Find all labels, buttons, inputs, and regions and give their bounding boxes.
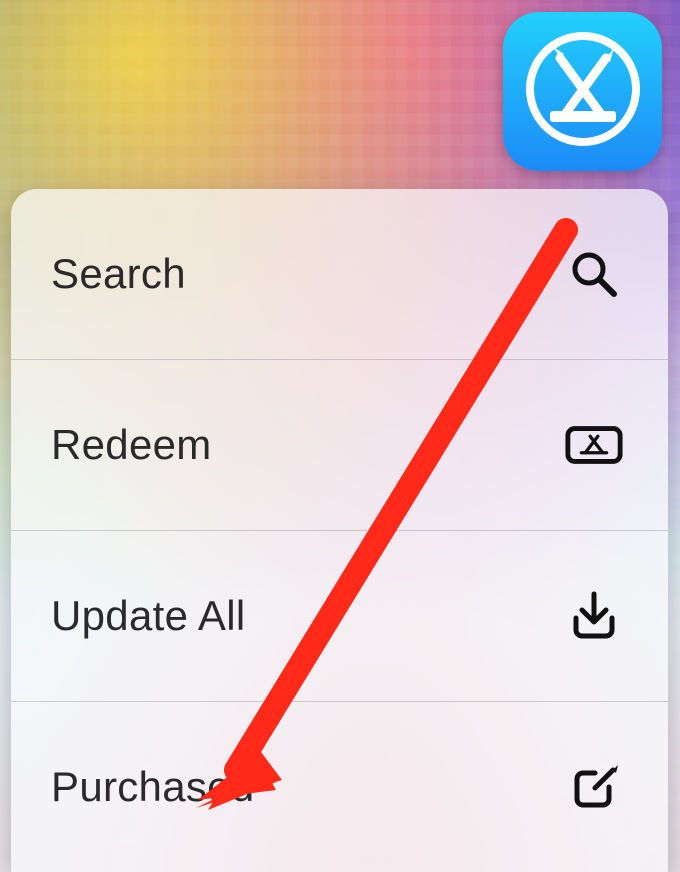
quick-action-label: Purchased bbox=[51, 763, 255, 811]
search-icon bbox=[564, 248, 624, 300]
quick-action-purchased[interactable]: Purchased bbox=[11, 701, 668, 872]
quick-action-label: Search bbox=[51, 250, 186, 298]
quick-action-label: Update All bbox=[51, 592, 245, 640]
quick-action-label: Redeem bbox=[51, 421, 212, 469]
compose-icon bbox=[564, 761, 624, 813]
redeem-card-icon bbox=[564, 422, 624, 468]
app-store-app-icon[interactable] bbox=[503, 12, 662, 171]
download-icon bbox=[564, 590, 624, 642]
app-store-icon bbox=[524, 30, 642, 153]
quick-action-menu: Search Redeem Update All bbox=[11, 189, 668, 872]
quick-action-update-all[interactable]: Update All bbox=[11, 530, 668, 701]
quick-action-search[interactable]: Search bbox=[11, 189, 668, 359]
quick-action-redeem[interactable]: Redeem bbox=[11, 359, 668, 530]
